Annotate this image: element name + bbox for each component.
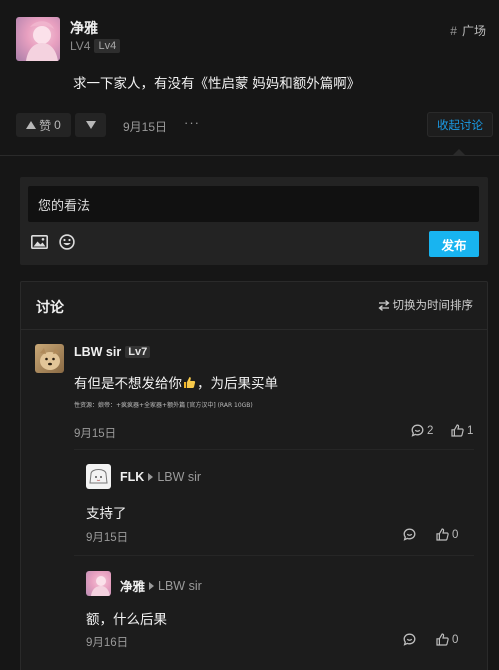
comment-like-count: 1 — [467, 424, 474, 437]
comment-content: 有但是不想发给你 ，为后果买单 — [74, 372, 278, 392]
reply-author[interactable]: FLK — [120, 470, 144, 484]
swap-icon — [377, 299, 390, 311]
reply-author-row: 净雅 LBW sir — [120, 576, 202, 595]
caret-right-icon — [149, 581, 155, 590]
discussion-header-divider — [21, 329, 487, 330]
reply-date: 9月16日 — [86, 637, 129, 649]
composer: 您的看法 发布 — [20, 177, 488, 265]
discussion-title: 讨论 — [36, 299, 64, 315]
reply-divider — [74, 449, 474, 450]
comment-author-row: LBW sir Lv7 — [74, 345, 151, 359]
reply-comment-icon[interactable] — [403, 633, 416, 646]
level-row: LV4 Lv4 — [70, 39, 121, 53]
reply-like-count: 0 — [452, 633, 459, 646]
collapse-discussion-button[interactable]: 收起讨论 — [427, 112, 493, 137]
image-icon[interactable] — [30, 234, 48, 250]
reply-bubble-icon — [411, 424, 424, 437]
reply-like-button[interactable]: 0 — [436, 633, 458, 646]
thumbs-up-icon — [436, 528, 449, 541]
channel-name: 广场 — [461, 24, 486, 38]
more-button[interactable]: ··· — [184, 115, 200, 130]
like-label: 赞 — [39, 118, 52, 133]
sort-label: 切换为时间排序 — [392, 300, 474, 312]
post-divider — [0, 155, 499, 156]
reply-content: 支持了 — [86, 506, 127, 521]
publish-button[interactable]: 发布 — [429, 231, 479, 257]
reply-like-count: 0 — [452, 528, 459, 541]
level-text: LV4 — [70, 39, 91, 53]
reply-like-button[interactable]: 0 — [436, 528, 458, 541]
comment-date: 9月15日 — [74, 428, 117, 440]
composer-input[interactable]: 您的看法 — [28, 186, 479, 222]
comment-reply-count: 2 — [427, 424, 434, 437]
reply-divider — [74, 555, 474, 556]
reply-avatar[interactable] — [86, 464, 111, 489]
comment-like-button[interactable]: 1 — [451, 424, 473, 437]
emoji-icon[interactable] — [58, 233, 76, 251]
thumbs-up-icon — [436, 633, 449, 646]
comment-level-badge: Lv7 — [125, 346, 151, 358]
sort-toggle[interactable]: 切换为时间排序 — [377, 297, 474, 313]
caret-right-icon — [148, 473, 154, 481]
like-button[interactable]: 赞 0 — [16, 113, 71, 137]
comment-content-before: 有但是不想发给你 — [74, 376, 182, 391]
comment-signature: 性资源：娘帝：+疯疯器+全家器+额外篇 [官方汉中] (RAR 10GB) — [74, 402, 253, 409]
post-content: 求一下家人，有没有《性启蒙 妈妈和额外篇啊》 — [73, 76, 361, 91]
reply-author-row: FLK LBW sir — [120, 470, 201, 484]
reply-author[interactable]: 净雅 — [120, 576, 145, 595]
reply-to-user[interactable]: LBW sir — [157, 470, 201, 484]
like-count: 0 — [54, 118, 61, 132]
reply-date: 9月15日 — [86, 532, 129, 544]
hash-icon: # — [450, 23, 457, 38]
comment-author[interactable]: LBW sir — [74, 345, 121, 359]
reply-avatar[interactable] — [86, 571, 111, 596]
reply-content: 额，什么后果 — [86, 612, 167, 627]
post-date: 9月15日 — [123, 120, 168, 134]
publish-label: 发布 — [441, 238, 467, 253]
triangle-up-icon — [26, 121, 37, 129]
level-badge: Lv4 — [94, 39, 121, 53]
comment-avatar[interactable] — [35, 344, 64, 373]
channel-link[interactable]: # 广场 — [450, 22, 486, 39]
triangle-down-icon — [85, 121, 96, 129]
post-author-name[interactable]: 净雅 — [70, 18, 98, 38]
thumbs-up-icon — [451, 424, 464, 437]
reply-to-user[interactable]: LBW sir — [158, 579, 202, 593]
comment-reply-button[interactable]: 2 — [411, 424, 433, 437]
divider-caret — [452, 149, 466, 156]
composer-placeholder: 您的看法 — [38, 198, 91, 213]
collapse-label: 收起讨论 — [437, 119, 483, 132]
dislike-button[interactable] — [75, 113, 106, 137]
thumbs-up-emoji-icon — [183, 376, 196, 389]
reply-comment-icon[interactable] — [403, 528, 416, 541]
author-avatar[interactable] — [16, 17, 60, 61]
comment-content-after: ，为后果买单 — [197, 376, 278, 391]
